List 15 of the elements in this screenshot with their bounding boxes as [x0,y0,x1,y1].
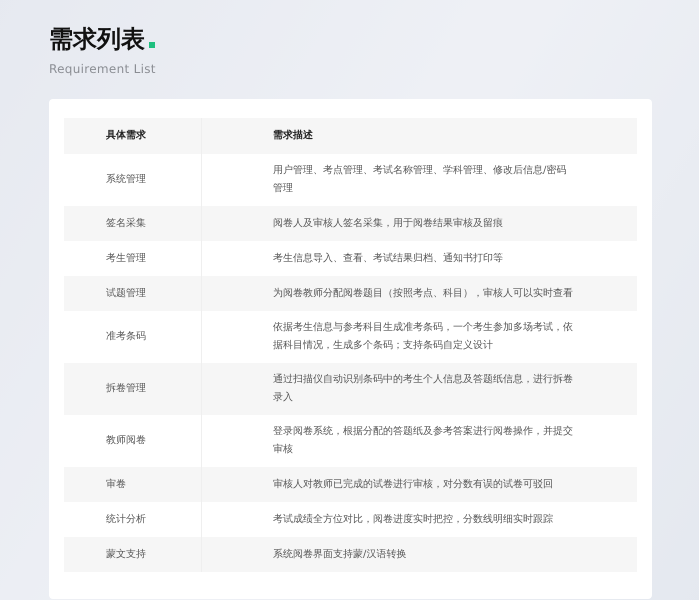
table-cell-text: 用户管理、考点管理、考试名称管理、学科管理、修改后信息/密码管理 [272,164,568,196]
page-subtitle: Requirement List [49,62,157,76]
table-cell-text: 登录阅卷系统，根据分配的答题纸及参考答案进行阅卷操作，并提交审核 [272,424,574,457]
table-cell: 蒙文支持 [64,537,202,572]
table-cell-text: 系统阅卷界面支持蒙/汉语转换 [272,548,408,562]
table-cell-text: 考生信息导入、查看、考试结果归档、通知书打印等 [272,252,504,266]
page-title: 需求列表 [49,24,145,55]
table-cell-text: 依据考生信息与参考科目生成准考条码，一个考生参加多场考试，依据科目情况，生成多个条码；支持条码自定义设计 [272,320,574,353]
accent-square-icon [149,42,155,48]
table-cell-text: 考试成绩全方位对比，阅卷进度实时把控，分数线明细实时跟踪 [272,512,554,526]
table-cell-text: 审核人对教师已完成的试卷进行审核，对分数有误的试卷可驳回 [272,478,554,492]
column-header: 需求描述 [272,128,314,143]
table-cell-text: 通过扫描仪自动识别条码中的考生个人信息及答题纸信息，进行拆卷录入 [272,372,574,405]
table-cell-text: 为阅卷教师分配阅卷题目（按照考点、科目），审核人可以实时查看 [272,286,574,300]
table-cell-text: 阅卷人及审核人签名采集，用于阅卷结果审核及留痕 [272,216,504,230]
